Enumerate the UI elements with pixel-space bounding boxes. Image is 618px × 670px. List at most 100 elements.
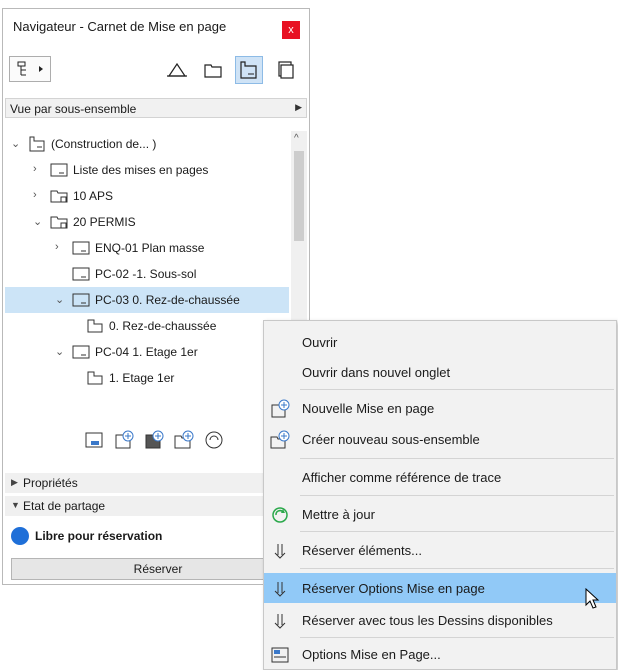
layout-options-icon [270,645,290,665]
view-map-tab[interactable] [199,56,227,84]
expand-chevron-icon[interactable]: ⌄ [55,345,65,358]
tree-item-label: 0. Rez-de-chaussée [109,319,217,333]
properties-section-header[interactable]: ▶ Propriétés [5,473,307,493]
new-subset-tool-icon[interactable] [113,429,135,451]
tree-item-label: PC-03 0. Rez-de-chaussée [95,293,240,307]
reserve-button[interactable]: Réserver [11,558,305,580]
new-folder-tool-icon[interactable] [173,429,195,451]
menu-item-label: Réserver Options Mise en page [302,581,485,596]
project-map-tab[interactable] [163,56,191,84]
reserve-arrow-icon [270,541,290,561]
navigator-tree-icon [17,61,43,76]
tree-row-layout-list[interactable]: › Liste des mises en pages [5,157,289,183]
view-mode-label: Vue par sous-ensemble [10,102,137,116]
tree-item-label: ENQ-01 Plan masse [95,241,205,255]
menu-item-label: Mettre à jour [302,507,375,522]
menu-separator [300,568,614,569]
tree-row-10-aps[interactable]: › 10 APS [5,183,289,209]
drawing-icon [85,317,105,335]
collapse-chevron-icon[interactable]: › [55,241,65,253]
menu-separator [300,389,614,390]
tree-row-pc-02[interactable]: PC-02 -1. Sous-sol [5,261,289,287]
new-master-tool-icon[interactable] [143,429,165,451]
expand-chevron-icon[interactable]: ⌄ [33,215,43,228]
expand-chevron-icon[interactable]: ⌄ [55,293,65,306]
tree-item-label: 20 PERMIS [73,215,136,229]
tree-item-label: 10 APS [73,189,114,203]
menu-item-layout-options[interactable]: Options Mise en Page... [264,639,616,669]
tree-row-enq-01[interactable]: › ENQ-01 Plan masse [5,235,289,261]
new-layout-tool-icon[interactable] [83,429,105,451]
layout-sheet-icon [71,343,91,361]
layout-tree: ⌄ (Construction de... ) › Liste des mise… [5,131,289,406]
tree-row-pc-03[interactable]: ⌄ PC-03 0. Rez-de-chaussée [5,287,289,313]
tree-item-label: 1. Etage 1er [109,371,175,385]
subset-folder-icon [49,213,69,231]
expand-chevron-icon[interactable]: ⌄ [11,137,21,150]
menu-item-label: Ouvrir [302,335,338,350]
menu-item-open-new-tab[interactable]: Ouvrir dans nouvel onglet [264,357,616,387]
tree-row-root[interactable]: ⌄ (Construction de... ) [5,131,289,157]
house-icon [167,62,187,77]
menu-item-update[interactable]: Mettre à jour [264,499,616,529]
menu-item-open[interactable]: Ouvrir [264,327,616,357]
tree-item-label: Liste des mises en pages [73,163,209,177]
menu-item-reserve-all-drawings[interactable]: Réserver avec tous les Dessins disponibl… [264,605,616,635]
layout-book-tab[interactable] [235,56,263,84]
tree-item-label: (Construction de... ) [51,137,157,151]
menu-item-label: Afficher comme référence de trace [302,470,502,485]
dropdown-arrow-icon: ▶ [295,102,302,112]
publisher-icon [278,61,294,79]
tree-row-drawing-rdc[interactable]: 0. Rez-de-chaussée [5,313,289,339]
navigator-toolbar [3,49,309,93]
navigator-popup-button[interactable] [9,56,51,82]
share-state-section-header[interactable]: ▼ Etat de partage [5,496,307,516]
share-state-label: Etat de partage [23,499,106,513]
expanded-triangle-icon: ▼ [11,500,20,510]
publisher-sets-tab[interactable] [271,56,299,84]
menu-item-label: Ouvrir dans nouvel onglet [302,365,451,380]
reserve-arrow-icon [270,611,290,631]
menu-separator [300,495,614,496]
menu-item-new-subset[interactable]: Créer nouveau sous-ensemble [264,424,616,454]
menu-item-reserve-elements[interactable]: Réserver éléments... [264,535,616,565]
scroll-up-icon[interactable]: ^ [294,133,299,144]
menu-item-label: Réserver éléments... [302,543,422,558]
status-indicator-icon [11,527,29,545]
tree-row-pc-04[interactable]: ⌄ PC-04 1. Etage 1er [5,339,289,365]
layout-sheet-icon [71,291,91,309]
layout-sheet-icon [71,239,91,257]
collapse-chevron-icon[interactable]: › [33,163,43,175]
close-button[interactable]: x [282,21,300,39]
refresh-icon [270,505,290,525]
menu-separator [300,458,614,459]
layout-sheet-icon [49,161,69,179]
update-tool-icon[interactable] [203,429,225,451]
menu-item-reserve-layout-options[interactable]: Réserver Options Mise en page [264,573,616,603]
scroll-thumb[interactable] [294,151,304,241]
reserve-arrow-icon [270,579,290,599]
layout-sheet-icon [71,265,91,283]
properties-label: Propriétés [23,476,78,490]
status-text: Libre pour réservation [35,529,163,543]
folder-view-icon [204,64,222,78]
menu-item-label: Créer nouveau sous-ensemble [302,432,480,447]
tree-item-label: PC-04 1. Etage 1er [95,345,198,359]
menu-separator [300,531,614,532]
view-mode-dropdown[interactable]: Vue par sous-ensemble ▶ [5,98,307,118]
menu-item-label: Nouvelle Mise en page [302,401,435,416]
tree-item-label: PC-02 -1. Sous-sol [95,267,197,281]
tree-row-drawing-etage[interactable]: 1. Etage 1er [5,365,289,391]
context-menu: Ouvrir Ouvrir dans nouvel onglet Nouvell… [263,320,617,670]
new-layout-icon [270,399,290,419]
drawing-icon [85,369,105,387]
menu-item-new-layout[interactable]: Nouvelle Mise en page [264,393,616,423]
menu-item-label: Réserver avec tous les Dessins disponibl… [302,613,553,628]
menu-item-label: Options Mise en Page... [302,647,441,662]
collapse-chevron-icon[interactable]: › [33,189,43,201]
layout-book-icon [27,135,47,153]
tree-row-20-permis[interactable]: ⌄ 20 PERMIS [5,209,289,235]
menu-item-trace-reference[interactable]: Afficher comme référence de trace [264,462,616,492]
layout-book-icon [240,61,257,79]
panel-title: Navigateur - Carnet de Mise en page [13,19,227,34]
